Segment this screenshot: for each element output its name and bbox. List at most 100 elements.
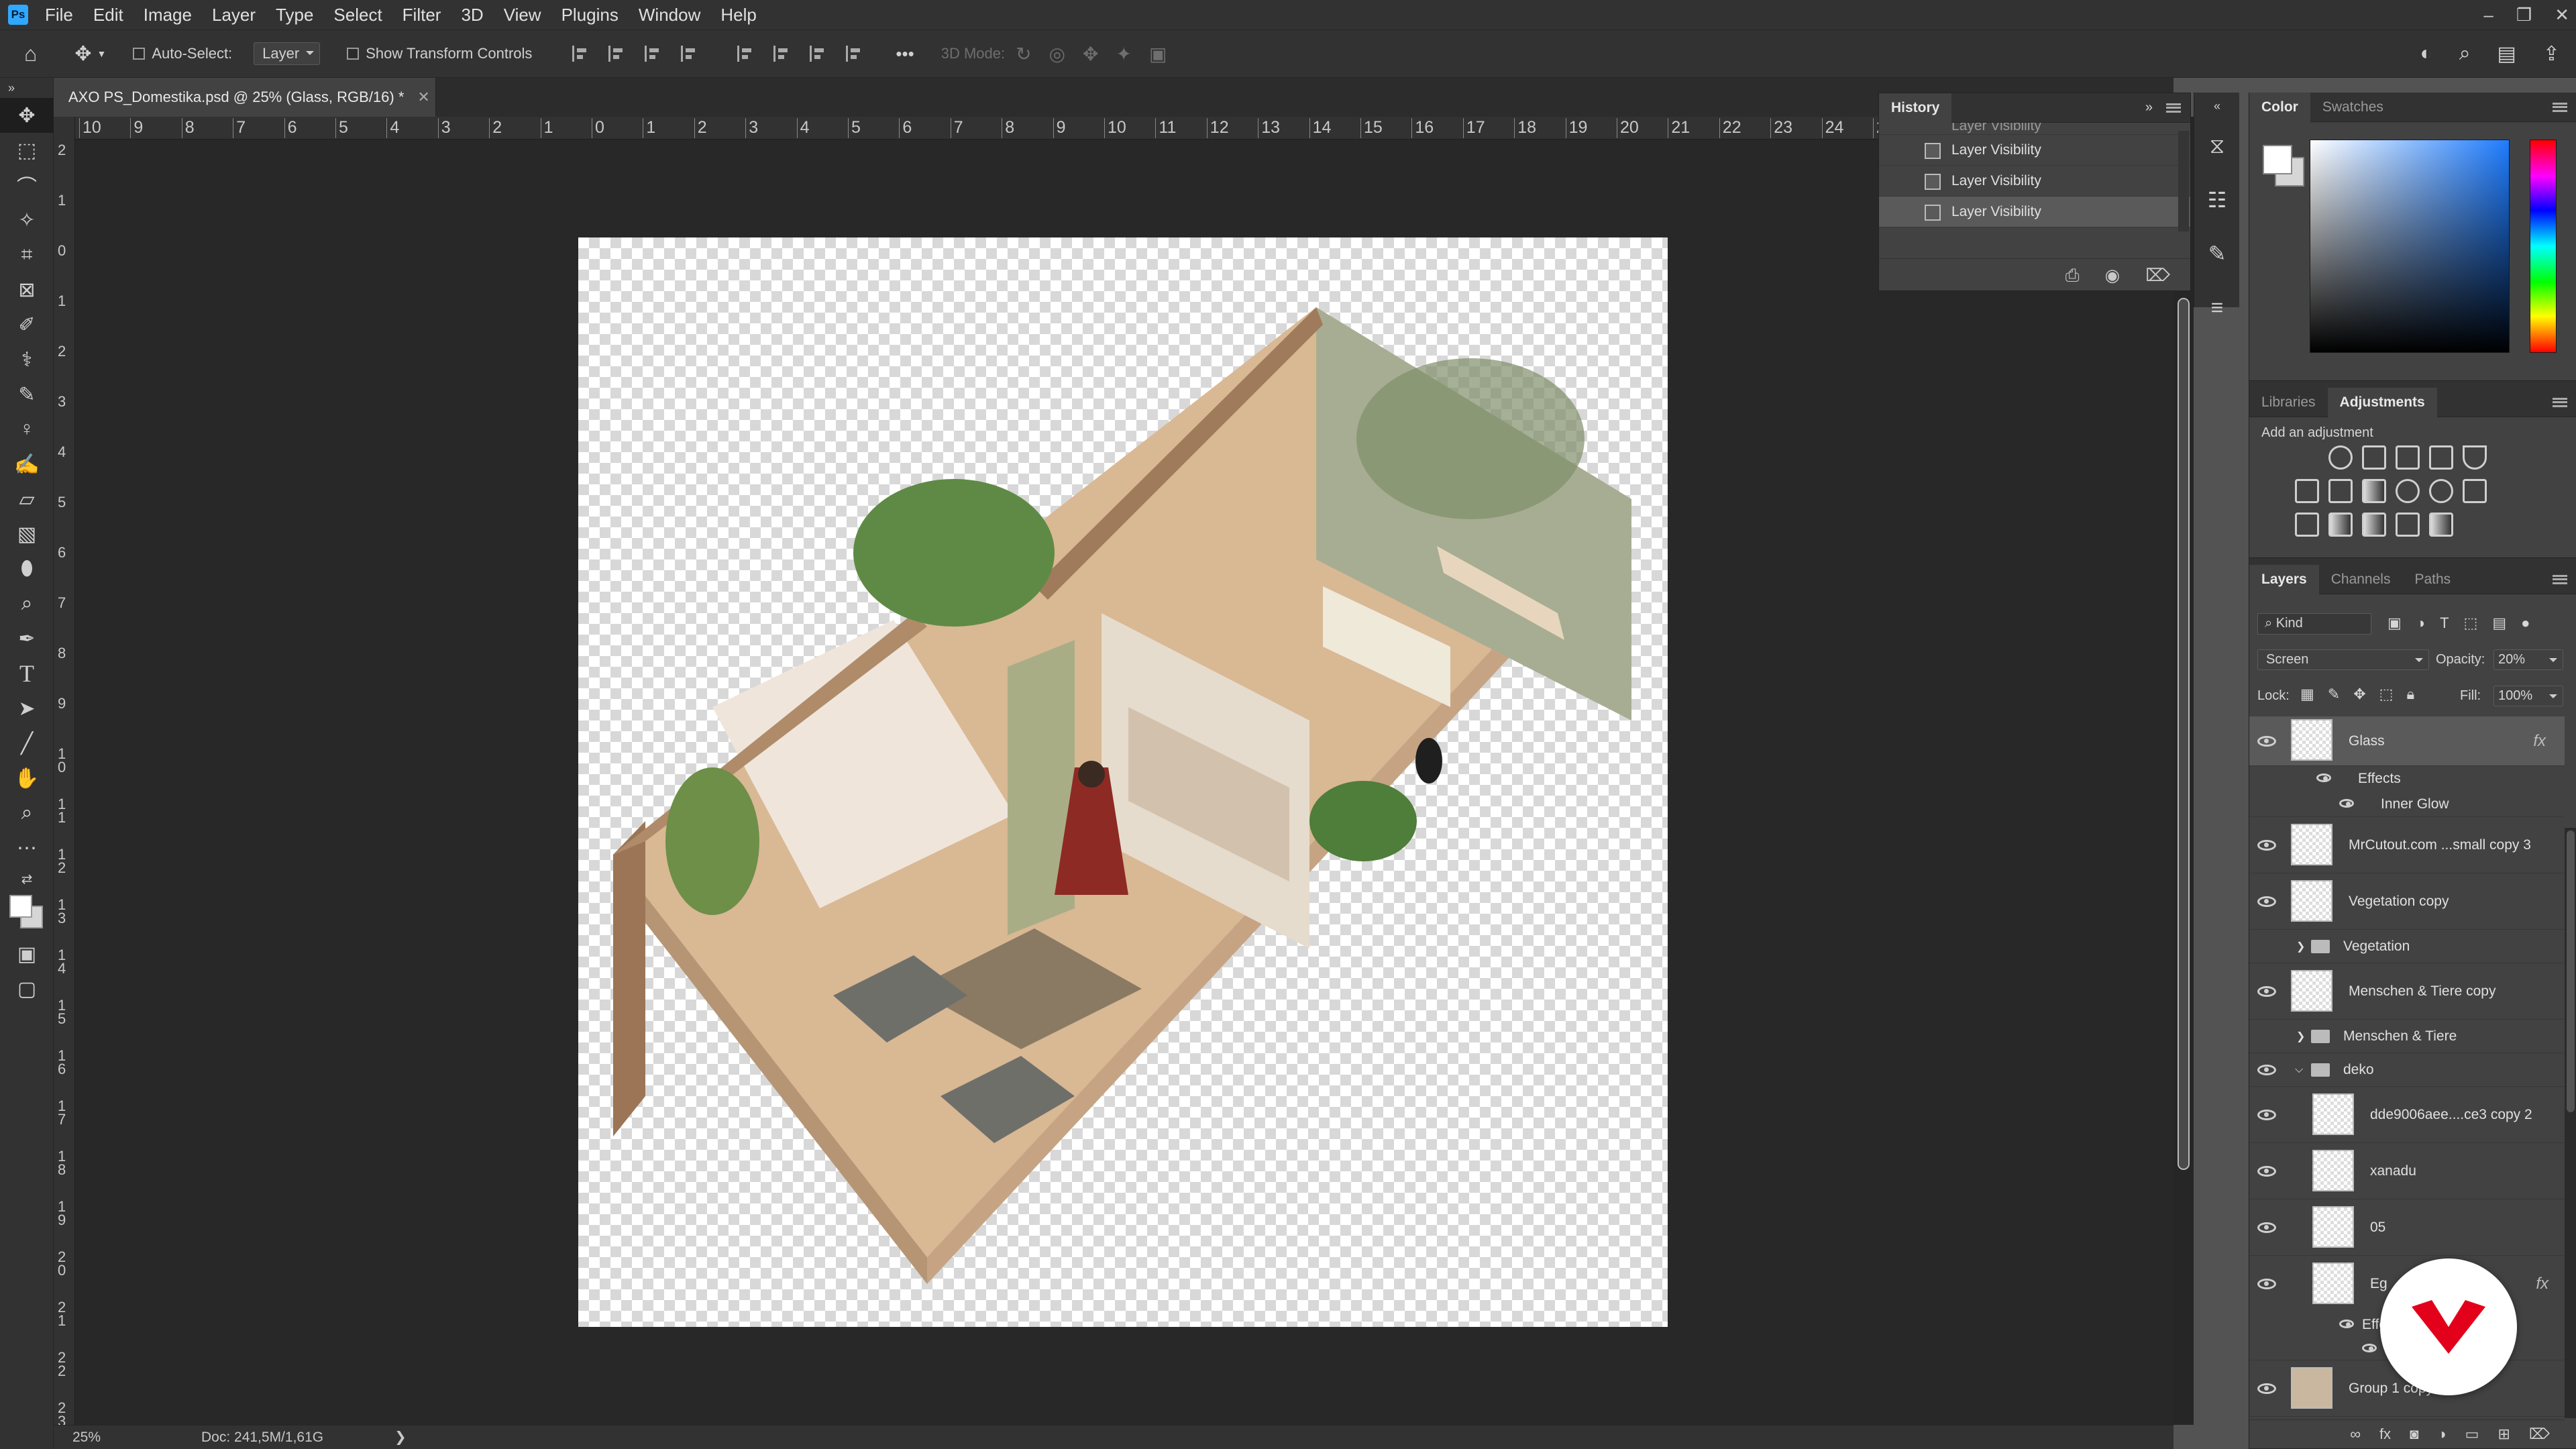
menu-window[interactable]: Window	[629, 5, 710, 25]
menu-select[interactable]: Select	[323, 5, 392, 25]
visibility-eye-icon[interactable]	[2257, 896, 2276, 907]
visibility-eye-icon[interactable]	[2362, 1343, 2377, 1352]
menu-view[interactable]: View	[494, 5, 551, 25]
minimize-icon[interactable]: –	[2483, 5, 2493, 25]
align-right-icon[interactable]	[645, 46, 661, 62]
close-tab-icon[interactable]: ✕	[417, 89, 429, 106]
zoom-level[interactable]: 25%	[72, 1430, 173, 1446]
color-lookup-icon[interactable]	[2463, 479, 2487, 503]
auto-select-checkbox[interactable]	[133, 48, 146, 60]
show-transform-checkbox[interactable]	[347, 48, 360, 60]
marquee-tool-icon[interactable]: ⬚	[0, 133, 54, 168]
scrollbar-thumb[interactable]	[2567, 830, 2575, 1112]
visibility-eye-icon[interactable]	[2339, 798, 2354, 808]
close-window-icon[interactable]: ✕	[2555, 5, 2569, 25]
filter-type-icon[interactable]: T	[2440, 614, 2449, 632]
channel-mixer-icon[interactable]	[2429, 479, 2453, 503]
restore-icon[interactable]: ❐	[2516, 5, 2532, 25]
menu-layer[interactable]: Layer	[202, 5, 266, 25]
history-brush-tool-icon[interactable]: ✍	[0, 447, 54, 482]
exposure-icon[interactable]	[2429, 445, 2453, 470]
filter-adjustment-icon[interactable]: ◑	[2416, 614, 2425, 632]
fill-input[interactable]: 100%	[2493, 686, 2563, 706]
panel-menu-icon[interactable]	[2553, 397, 2567, 407]
quick-mask-icon[interactable]: ▣	[0, 936, 54, 971]
fx-icon[interactable]: fx	[2533, 732, 2546, 751]
visibility-eye-icon[interactable]	[2257, 1064, 2276, 1075]
dodge-tool-icon[interactable]: ⌕	[0, 586, 54, 621]
tab-paths[interactable]: Paths	[2402, 565, 2463, 594]
screen-mode-icon[interactable]: ▢	[0, 971, 54, 1006]
history-scrollbar[interactable]	[2178, 131, 2189, 231]
menu-edit[interactable]: Edit	[83, 5, 133, 25]
photo-filter-icon[interactable]	[2396, 479, 2420, 503]
tab-swatches[interactable]: Swatches	[2310, 93, 2396, 122]
tab-libraries[interactable]: Libraries	[2249, 388, 2328, 417]
learn-icon[interactable]: ◐	[2420, 42, 2432, 65]
layer-row[interactable]: dde9006aee....ce3 copy 2	[2249, 1087, 2565, 1143]
pen-tool-icon[interactable]: ✒	[0, 621, 54, 656]
layer-group-row-open[interactable]: ⌵ deko	[2249, 1053, 2565, 1087]
layer-row[interactable]: Menschen & Tiere copy	[2249, 963, 2565, 1020]
frame-tool-icon[interactable]: ⊠	[0, 272, 54, 307]
magic-wand-tool-icon[interactable]: ✧	[0, 203, 54, 237]
document-tab[interactable]: AXO PS_Domestika.psd @ 25% (Glass, RGB/1…	[54, 78, 436, 117]
layer-row[interactable]: MrCutout.com ...small copy 3	[2249, 817, 2565, 873]
collapse-icon[interactable]: «	[2194, 93, 2240, 119]
tab-layers[interactable]: Layers	[2249, 564, 2319, 594]
layer-row[interactable]: 05	[2249, 1199, 2565, 1256]
gradient-map-icon[interactable]	[2429, 513, 2453, 537]
menu-image[interactable]: Image	[133, 5, 202, 25]
slide-3d-icon[interactable]: ✦	[1116, 43, 1132, 65]
curves-icon[interactable]	[2396, 445, 2420, 470]
lock-transparent-icon[interactable]: ▦	[2300, 686, 2314, 703]
vibrance-icon[interactable]	[2463, 445, 2487, 470]
scrollbar-thumb[interactable]	[2178, 298, 2190, 1170]
blur-tool-icon[interactable]: ⬮	[0, 551, 54, 586]
gradient-tool-icon[interactable]: ▧	[0, 517, 54, 551]
path-selection-tool-icon[interactable]: ➤	[0, 691, 54, 726]
line-tool-icon[interactable]: ╱	[0, 726, 54, 761]
threshold-icon[interactable]	[2362, 513, 2386, 537]
home-icon[interactable]: ⌂	[24, 42, 37, 66]
hue-slider[interactable]	[2530, 140, 2557, 353]
visibility-eye-icon[interactable]	[2257, 1222, 2276, 1233]
expand-group-icon[interactable]: ❯	[2296, 940, 2305, 953]
menu-filter[interactable]: Filter	[392, 5, 451, 25]
add-style-icon[interactable]: fx	[2379, 1426, 2391, 1443]
filter-shape-icon[interactable]: ⬚	[2464, 614, 2478, 632]
black-white-icon[interactable]	[2362, 479, 2386, 503]
search-icon[interactable]: ⌕	[2459, 42, 2471, 65]
brush-settings-icon[interactable]: ✎	[2194, 227, 2240, 280]
brush-tool-icon[interactable]: ✎	[0, 377, 54, 412]
layer-effects-row[interactable]: Effects	[2249, 766, 2565, 792]
visibility-eye-icon[interactable]	[2257, 735, 2276, 747]
color-field[interactable]	[2310, 140, 2510, 353]
align-center-icon[interactable]	[608, 46, 625, 62]
collapse-group-icon[interactable]: ⌵	[2295, 1064, 2303, 1076]
filter-pixel-icon[interactable]: ▣	[2387, 614, 2402, 632]
expand-panel-icon[interactable]: »	[2145, 100, 2153, 115]
menu-file[interactable]: File	[35, 5, 83, 25]
visibility-eye-icon[interactable]	[2257, 1279, 2276, 1289]
layer-row[interactable]: Vegetation copy	[2249, 873, 2565, 930]
more-options-icon[interactable]: •••	[896, 44, 914, 64]
align-middle-icon[interactable]	[773, 46, 790, 62]
crop-tool-icon[interactable]: ⌗	[0, 237, 54, 272]
delete-layer-icon[interactable]: ⌦	[2529, 1426, 2550, 1443]
new-adjustment-layer-icon[interactable]: ◑	[2437, 1426, 2446, 1443]
properties-panel-icon[interactable]: ☷	[2194, 173, 2240, 227]
canvas-vertical-scrollbar[interactable]	[2174, 117, 2194, 1425]
lock-position-icon[interactable]: ✥	[2353, 686, 2365, 703]
foreground-color-swatch[interactable]	[2263, 145, 2292, 174]
link-layers-icon[interactable]: ∞	[2350, 1426, 2361, 1443]
swap-colors-icon[interactable]: ⇄	[0, 865, 54, 892]
move-tool-icon[interactable]: ✥	[74, 42, 91, 66]
add-mask-icon[interactable]: ◙	[2410, 1426, 2418, 1443]
posterize-icon[interactable]	[2328, 513, 2353, 537]
panel-menu-icon[interactable]	[2166, 103, 2181, 113]
history-item[interactable]: Layer Visibility	[1879, 135, 2190, 166]
foreground-color-swatch[interactable]	[9, 895, 32, 918]
layer-row-glass[interactable]: Glass fx	[2249, 716, 2565, 766]
new-snapshot-icon[interactable]: ◉	[2105, 265, 2121, 286]
